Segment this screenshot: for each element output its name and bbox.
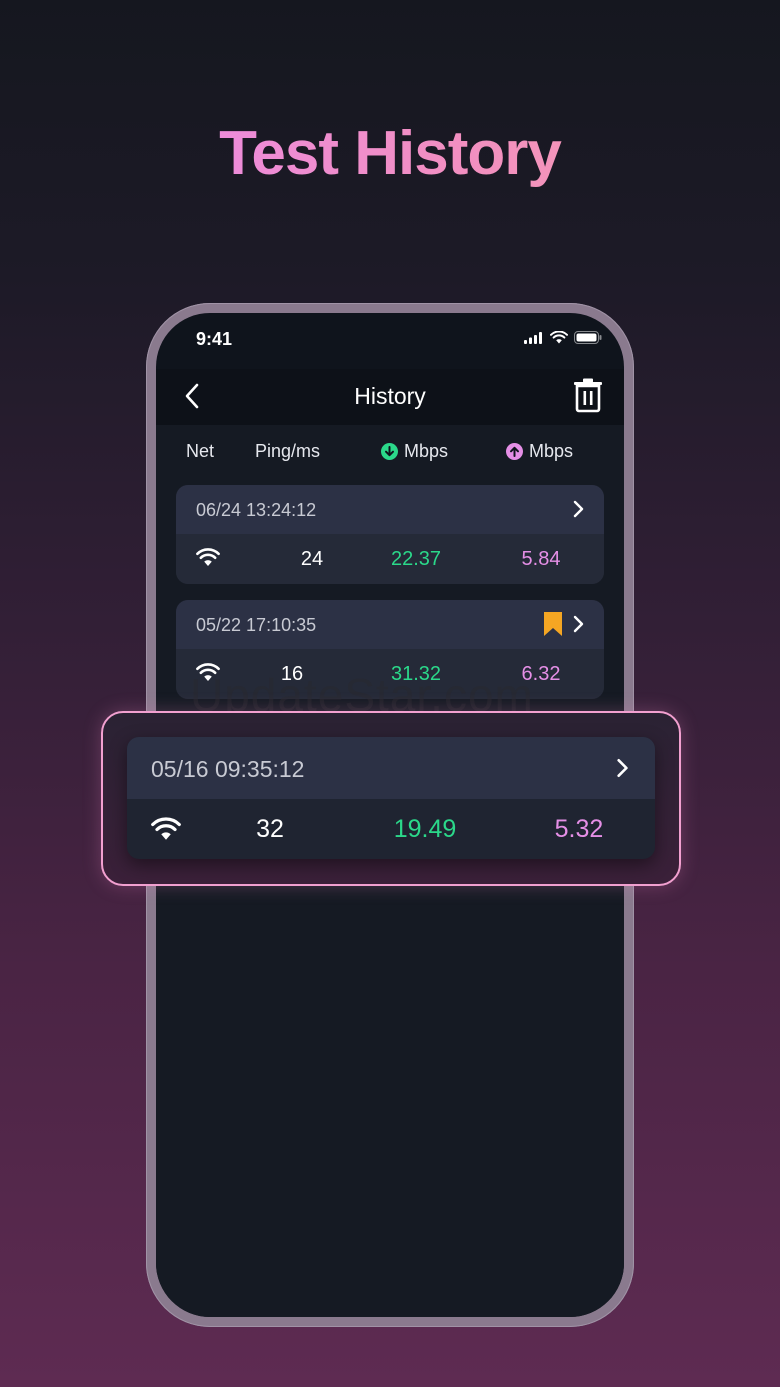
column-upload: Mbps	[506, 441, 573, 462]
hero-title: Test History	[0, 118, 780, 189]
history-row-upload: 5.84	[521, 548, 561, 570]
cellular-signal-icon	[524, 331, 542, 344]
chevron-right-icon[interactable]	[568, 614, 588, 634]
history-row-date: 06/24 13:24:12	[196, 500, 317, 520]
history-row-date: 05/22 17:10:35	[196, 615, 317, 635]
status-bar: 9:41	[156, 313, 624, 363]
highlighted-record-ping: 32	[256, 815, 284, 843]
history-row-header: 06/24 13:24:12	[176, 485, 604, 534]
column-upload-label: Mbps	[529, 441, 574, 461]
wifi-status-icon	[550, 331, 568, 344]
highlighted-record-upload: 5.32	[554, 815, 604, 843]
arrow-down-circle-icon	[381, 443, 398, 460]
wifi-icon	[151, 817, 181, 840]
highlighted-record-date: 05/16 09:35:12	[151, 756, 305, 782]
nav-bar: History	[156, 369, 624, 425]
status-time: 9:41	[196, 329, 233, 349]
column-header: Net Ping/ms Mbps Mbps	[156, 425, 624, 475]
history-row-values: 24 22.37 5.84	[176, 534, 604, 584]
highlighted-record-header: 05/16 09:35:12	[127, 737, 655, 799]
highlighted-record-card[interactable]: 05/16 09:35:12 32 19.49 5.32	[127, 737, 655, 859]
bookmark-icon	[544, 612, 562, 636]
highlighted-record-frame: 05/16 09:35:12 32 19.49 5.32	[101, 711, 681, 886]
highlighted-record-values: 32 19.49 5.32	[127, 799, 655, 859]
status-icons	[524, 331, 602, 344]
chevron-right-icon[interactable]	[568, 499, 588, 519]
column-net: Net	[186, 441, 215, 461]
history-row-header: 05/22 17:10:35	[176, 600, 604, 649]
highlighted-record-download: 19.49	[393, 815, 457, 843]
column-download-label: Mbps	[404, 441, 449, 461]
column-download: Mbps	[381, 441, 448, 462]
arrow-up-circle-icon	[506, 443, 523, 460]
history-row-ping: 24	[300, 548, 324, 570]
trash-icon[interactable]	[570, 377, 606, 413]
chevron-right-icon[interactable]	[611, 757, 633, 779]
column-ping: Ping/ms	[255, 441, 321, 461]
page-title: History	[354, 383, 426, 409]
history-row-download: 22.37	[390, 548, 442, 570]
battery-icon	[574, 331, 602, 344]
history-row[interactable]: 06/24 13:24:12 24 22.37 5.84	[176, 485, 604, 584]
wifi-icon	[196, 548, 220, 566]
